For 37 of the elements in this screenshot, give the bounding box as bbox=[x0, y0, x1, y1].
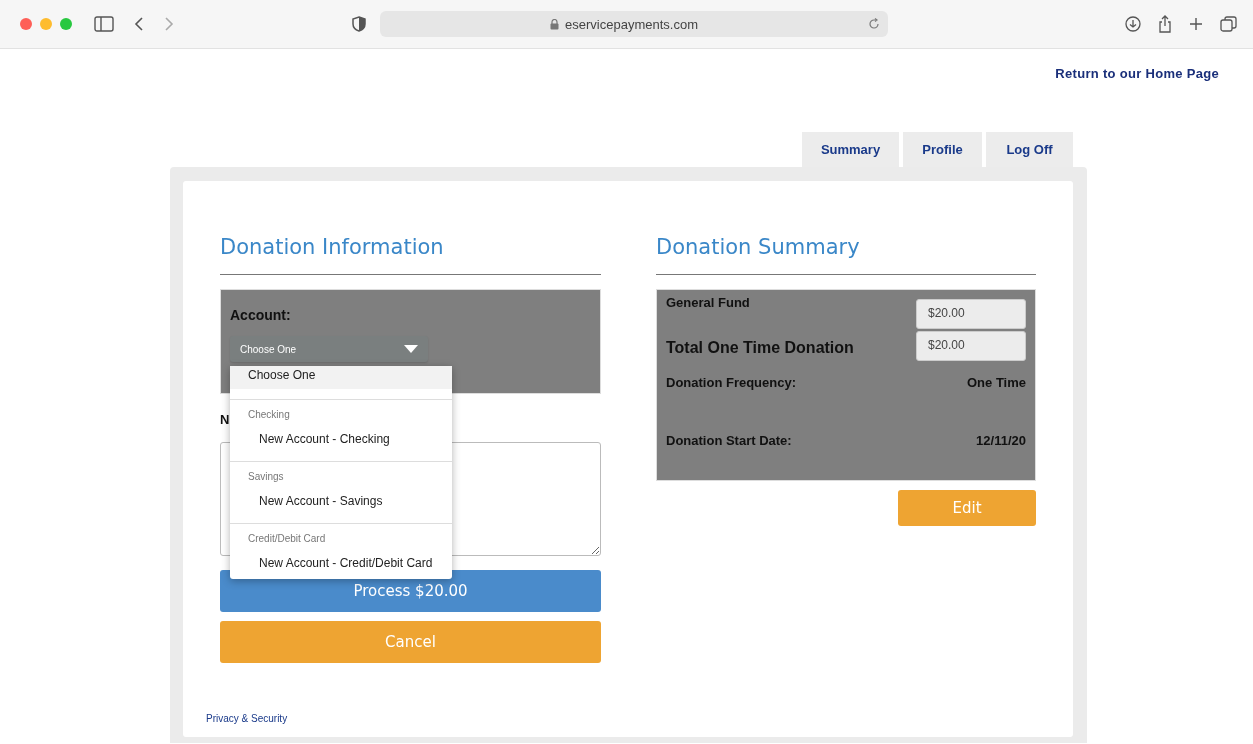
fund-label: General Fund bbox=[666, 295, 750, 310]
home-page-link[interactable]: Return to our Home Page bbox=[1055, 66, 1219, 83]
shield-icon[interactable] bbox=[352, 16, 366, 32]
dropdown-option[interactable]: Choose One bbox=[230, 366, 452, 389]
option-group-label: Checking bbox=[247, 408, 291, 422]
reload-icon[interactable] bbox=[868, 18, 880, 30]
address-bar[interactable]: eservicepayments.com bbox=[380, 11, 888, 37]
section-title: Donation Information bbox=[220, 234, 445, 261]
download-icon[interactable] bbox=[1125, 16, 1141, 32]
note-label: N bbox=[220, 412, 231, 429]
new-tab-icon[interactable] bbox=[1189, 17, 1203, 31]
summary-label: Donation Start Date: bbox=[666, 433, 792, 448]
summary-label: Donation Frequency: bbox=[666, 375, 796, 390]
section-title: Donation Summary bbox=[656, 234, 861, 261]
dropdown-option[interactable]: New Account - Checking bbox=[230, 430, 452, 451]
summary-value: 12/11/20 bbox=[976, 433, 1026, 448]
tab[interactable]: Summary bbox=[802, 132, 899, 167]
tabs-overview-icon[interactable] bbox=[1220, 15, 1237, 33]
caret-icon bbox=[404, 345, 418, 353]
amount-field[interactable]: $20.00 bbox=[916, 299, 1026, 329]
option-group-label: Credit/Debit Card bbox=[247, 532, 327, 546]
total-label: Total One Time Donation bbox=[666, 339, 854, 357]
account-select[interactable]: Choose One bbox=[230, 336, 428, 362]
tab[interactable]: Log Off bbox=[986, 132, 1073, 167]
summary-value: One Time bbox=[967, 375, 1026, 390]
close-icon[interactable] bbox=[20, 18, 32, 30]
url-text: eservicepayments.com bbox=[565, 16, 698, 32]
dropdown-option[interactable]: New Account - Savings bbox=[230, 492, 452, 513]
option-group-label: Savings bbox=[247, 470, 285, 484]
amount-field[interactable]: $20.00 bbox=[916, 331, 1026, 361]
privacy-link[interactable]: Privacy & Security bbox=[206, 713, 288, 724]
sidebar-icon[interactable] bbox=[94, 16, 114, 32]
account-label: Account: bbox=[230, 307, 292, 325]
back-icon[interactable] bbox=[134, 16, 144, 32]
tab[interactable]: Profile bbox=[903, 132, 982, 167]
lock-icon bbox=[550, 18, 559, 30]
share-icon[interactable] bbox=[1158, 15, 1172, 33]
